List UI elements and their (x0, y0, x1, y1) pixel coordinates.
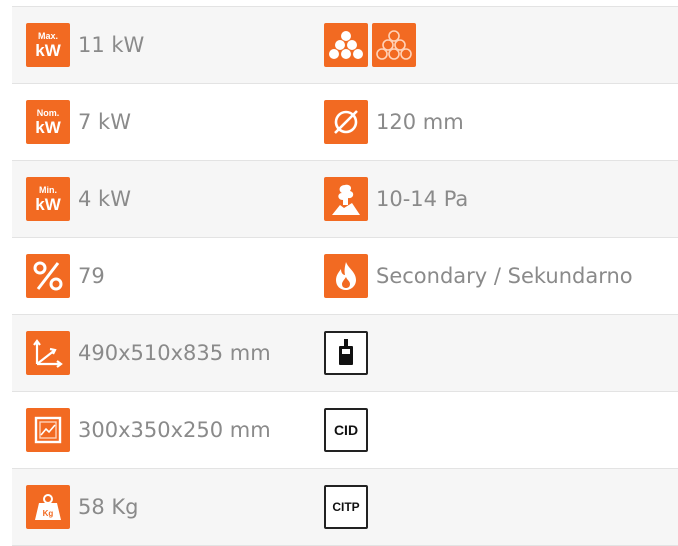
dimensions-icon (26, 331, 70, 375)
citp-icon: CITP (324, 485, 368, 529)
min-power-value: 4 kW (78, 187, 131, 211)
spec-row: Kg 58 Kg CITP (12, 469, 678, 546)
firebox-icon (26, 408, 70, 452)
nominal-power-value: 7 kW (78, 110, 131, 134)
spec-cell-fuel-type (312, 7, 678, 83)
chimney-draft-icon (324, 177, 368, 221)
spec-cell-min-power: Min. kW 4 kW (12, 161, 312, 237)
spec-table: Max. kW 11 kW Nom. kW 7 kW 120 mm Min. k… (12, 6, 678, 546)
spec-row: Min. kW 4 kW 10-14 Pa (12, 161, 678, 238)
spec-cell-nominal-power: Nom. kW 7 kW (12, 84, 312, 160)
spec-cell-chimney-draft: 10-14 Pa (312, 161, 678, 237)
remote-control-icon (324, 331, 368, 375)
logs-outline-icon (372, 23, 416, 67)
dimensions-value: 490x510x835 mm (78, 341, 271, 365)
spec-cell-combustion: Secondary / Sekundarno (312, 238, 678, 314)
spec-cell-remote (312, 315, 678, 391)
spec-cell-dimensions: 490x510x835 mm (12, 315, 312, 391)
firebox-value: 300x350x250 mm (78, 418, 271, 442)
efficiency-percent-icon (26, 254, 70, 298)
svg-text:Kg: Kg (43, 509, 54, 518)
chimney-draft-value: 10-14 Pa (376, 187, 469, 211)
spec-cell-cid: CID (312, 392, 678, 468)
cid-icon: CID (324, 408, 368, 452)
efficiency-value: 79 (78, 264, 105, 288)
spec-cell-efficiency: 79 (12, 238, 312, 314)
combustion-value: Secondary / Sekundarno (376, 264, 633, 288)
fuel-icons (324, 23, 416, 67)
spec-cell-max-power: Max. kW 11 kW (12, 7, 312, 83)
spec-cell-weight: Kg 58 Kg (12, 469, 312, 545)
max-kw-icon: Max. kW (26, 23, 70, 67)
spec-cell-flue-diameter: 120 mm (312, 84, 678, 160)
min-kw-icon: Min. kW (26, 177, 70, 221)
spec-row: 300x350x250 mm CID (12, 392, 678, 469)
max-power-value: 11 kW (78, 33, 145, 57)
secondary-fire-icon (324, 254, 368, 298)
weight-kg-icon: Kg (26, 485, 70, 529)
diameter-icon (324, 100, 368, 144)
spec-row: Nom. kW 7 kW 120 mm (12, 84, 678, 161)
nom-kw-icon: Nom. kW (26, 100, 70, 144)
spec-cell-citp: CITP (312, 469, 678, 545)
weight-value: 58 Kg (78, 495, 139, 519)
spec-row: 79 Secondary / Sekundarno (12, 238, 678, 315)
spec-cell-firebox: 300x350x250 mm (12, 392, 312, 468)
spec-row: Max. kW 11 kW (12, 7, 678, 84)
spec-row: 490x510x835 mm (12, 315, 678, 392)
flue-diameter-value: 120 mm (376, 110, 464, 134)
logs-stack-icon (324, 23, 368, 67)
